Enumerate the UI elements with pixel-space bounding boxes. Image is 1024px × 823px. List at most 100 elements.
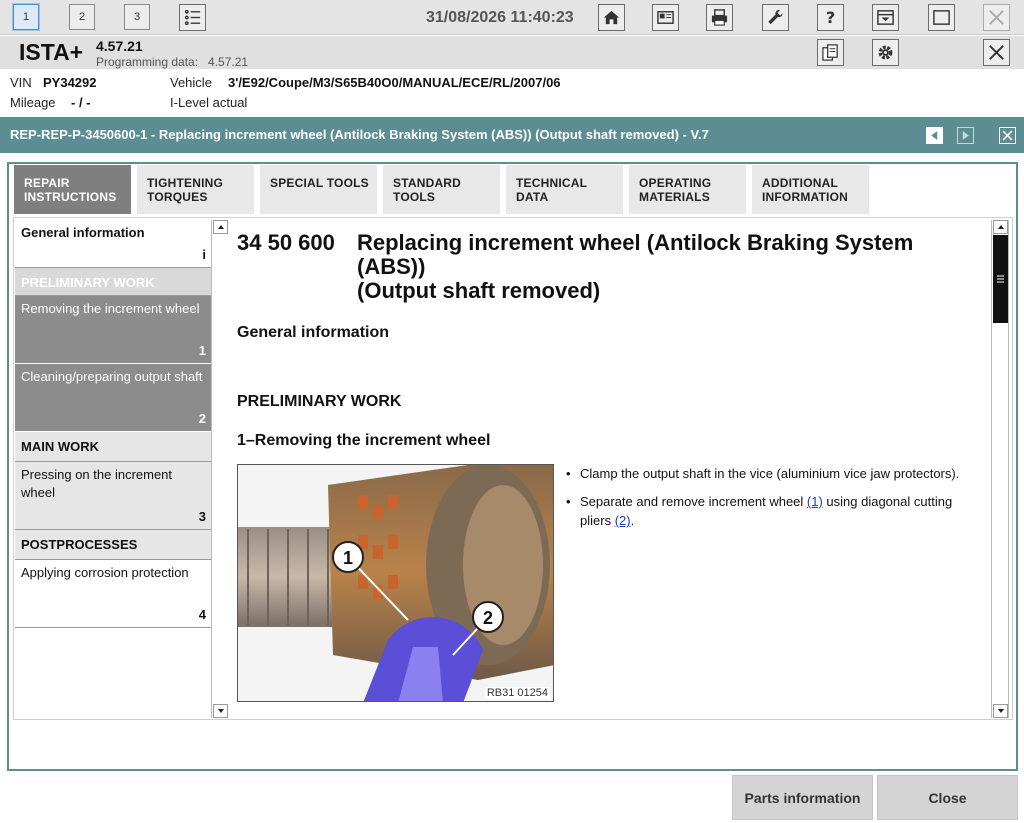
tab-label: TOOLS [393, 190, 436, 204]
document-code: 34 50 600 [237, 230, 335, 255]
tab-standard-tools[interactable]: STANDARD TOOLS [383, 165, 500, 214]
page-3-button[interactable]: 3 [124, 4, 150, 30]
tab-tightening-torques[interactable]: TIGHTENING TORQUES [137, 165, 254, 214]
doc-scroll-thumb[interactable] [993, 235, 1008, 323]
page-2-label: 2 [78, 11, 86, 23]
page-2-button[interactable]: 2 [69, 4, 95, 30]
preliminary-work-heading: PRELIMINARY WORK [237, 393, 402, 410]
general-information-heading: General information [237, 324, 390, 341]
list-view-button[interactable] [179, 4, 206, 31]
nav-item-number: 3 [198, 509, 206, 524]
print-button[interactable] [706, 4, 733, 31]
nav-section-label: POSTPROCESSES [21, 537, 138, 552]
increment-wheel-figure: 1 2 RB31 01254 [237, 464, 554, 702]
tab-label: STANDARD [393, 176, 462, 190]
nav-general-information[interactable]: General information i [15, 220, 211, 268]
tab-label: REPAIR [24, 176, 70, 190]
document-heading-text: Replacing increment wheel (Antilock Brak… [357, 231, 987, 303]
nav-step-1[interactable]: Removing the increment wheel 1 [15, 296, 211, 364]
tab-label: INFORMATION [762, 190, 848, 204]
nav-scroll-up-button[interactable] [213, 220, 228, 234]
exit-button[interactable] [983, 4, 1010, 31]
nav-section-main-work: MAIN WORK [15, 432, 211, 462]
nav-item-label: Removing the increment wheel [21, 301, 200, 316]
tab-additional-information[interactable]: ADDITIONAL INFORMATION [752, 165, 869, 214]
nav-step-2[interactable]: Cleaning/preparing output shaft 2 [15, 364, 211, 432]
callout-2-link[interactable]: (2) [615, 513, 631, 528]
tab-label: MATERIALS [639, 190, 710, 204]
doc-scroll-up-button[interactable] [993, 220, 1008, 234]
nav-step-4[interactable]: Applying corrosion protection 4 [15, 560, 211, 628]
mileage-value: - / - [71, 95, 91, 110]
tab-label: DATA [516, 190, 549, 204]
document-content: 34 50 600 Replacing increment wheel (Ant… [234, 220, 990, 718]
vehicle-management-button[interactable] [652, 4, 679, 31]
content-area: General information i PRELIMINARY WORK R… [13, 217, 1013, 720]
document-title: REP-REP-P-3450600-1 - Replacing incremen… [10, 127, 709, 142]
vehicle-label: Vehicle [170, 75, 212, 90]
app-name: ISTA+ [19, 39, 84, 65]
tab-special-tools[interactable]: SPECIAL TOOLS [260, 165, 377, 214]
home-button[interactable] [598, 4, 625, 31]
parts-information-button[interactable]: Parts information [732, 775, 873, 820]
close-button[interactable]: Close [877, 775, 1018, 820]
tab-operating-materials[interactable]: OPERATING MATERIALS [629, 165, 746, 214]
vehicle-data-icon [657, 11, 674, 24]
maximize-button[interactable] [928, 4, 955, 31]
arrow-left-icon [931, 131, 938, 140]
repair-panel: REPAIR INSTRUCTIONS TIGHTENING TORQUES SPE… [7, 162, 1018, 771]
tab-label: ADDITIONAL [762, 176, 838, 190]
close-session-button[interactable] [983, 39, 1010, 66]
list-icon [184, 9, 201, 26]
help-button[interactable]: ? [817, 4, 844, 31]
documents-button[interactable] [817, 39, 844, 66]
programming-data: Programming data: 4.57.21 [96, 55, 248, 69]
settings-button[interactable] [872, 39, 899, 66]
nav-section-postprocesses: POSTPROCESSES [15, 530, 211, 560]
minimize-to-tray-button[interactable] [872, 4, 899, 31]
tab-label: OPERATING [639, 176, 712, 190]
home-icon [603, 10, 620, 25]
datetime-display: 31/08/2026 11:40:23 [426, 9, 574, 26]
tab-technical-data[interactable]: TECHNICAL DATA [506, 165, 623, 214]
instruction-text: Clamp the output shaft in the vice (alum… [580, 466, 960, 481]
nav-section-preliminary-work: PRELIMINARY WORK [15, 268, 211, 296]
nav-section-label: PRELIMINARY WORK [21, 275, 155, 290]
vin-label: VIN [10, 75, 32, 90]
programming-data-value: 4.57.21 [208, 55, 249, 69]
page-1-label: 1 [22, 11, 30, 23]
nav-scrollbar[interactable] [211, 220, 229, 718]
vehicle-value: 3'/E92/Coupe/M3/S65B40O0/MANUAL/ECE/RL/2… [228, 75, 561, 90]
instruction-text: . [630, 513, 635, 528]
programming-data-label: Programming data: [96, 55, 199, 69]
vehicle-info: VIN PY34292 Mileage - / - Vehicle 3'/E92… [0, 70, 1024, 116]
callout-1-link[interactable]: (1) [807, 494, 823, 509]
previous-document-button[interactable] [926, 127, 943, 144]
tab-label: TECHNICAL [516, 176, 588, 190]
tray-down-icon [877, 10, 894, 25]
instruction-item: Separate and remove increment wheel (1) … [564, 492, 974, 530]
close-document-button[interactable] [999, 127, 1016, 144]
nav-item-number: 4 [198, 607, 206, 622]
printer-icon [711, 9, 728, 26]
page-1-button[interactable]: 1 [13, 4, 39, 30]
documents-icon [822, 44, 838, 61]
grip-icon [997, 275, 1004, 283]
nav-scroll-down-button[interactable] [213, 704, 228, 718]
heading-line-2: (ABS)) [357, 254, 426, 279]
callout-2: 2 [483, 608, 493, 628]
tab-repair-instructions[interactable]: REPAIR INSTRUCTIONS [14, 165, 131, 214]
doc-scroll-down-button[interactable] [993, 704, 1008, 718]
close-icon [989, 45, 1004, 60]
heading-line-3: (Output shaft removed) [357, 278, 601, 303]
app-header: ISTA+ 4.57.21 Programming data: 4.57.21 [0, 36, 1024, 69]
next-document-button[interactable] [957, 127, 974, 144]
nav-item-number: 1 [198, 343, 206, 358]
gear-icon [878, 45, 893, 60]
top-toolbar: 1 2 3 31/08/2026 11:40:23 ? [0, 0, 1024, 35]
nav-step-3[interactable]: Pressing on the increment wheel 3 [15, 462, 211, 530]
service-button[interactable] [762, 4, 789, 31]
document-scrollbar[interactable] [991, 220, 1009, 718]
instruction-list: Clamp the output shaft in the vice (alum… [564, 464, 974, 539]
step-1-heading: 1–Removing the increment wheel [237, 432, 491, 449]
